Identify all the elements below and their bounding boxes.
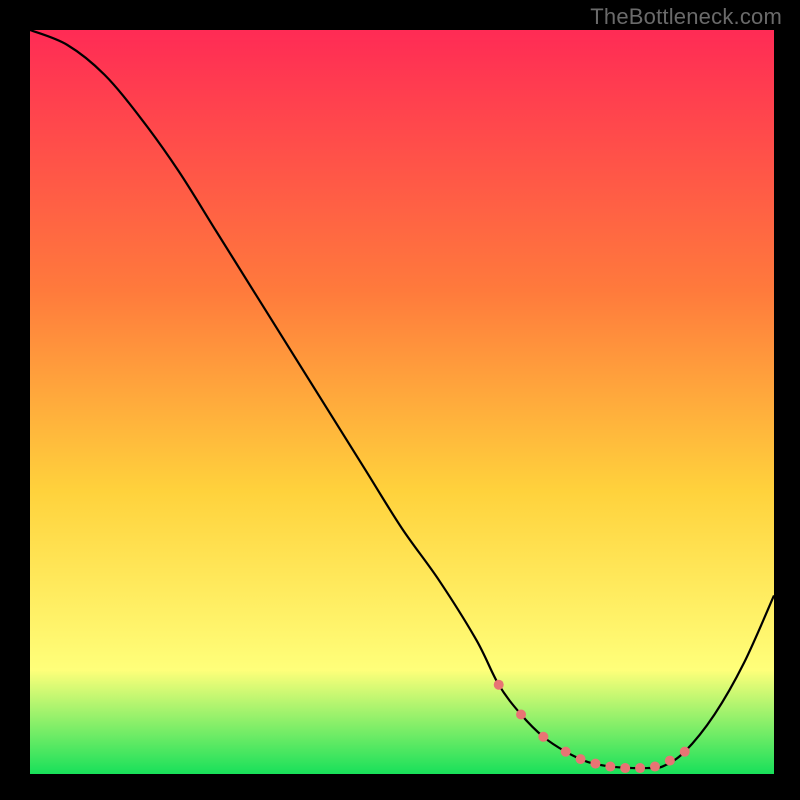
marker-dot [576,754,586,764]
marker-dot [665,756,675,766]
marker-dot [494,680,504,690]
plot-area [30,30,774,774]
marker-dot [680,747,690,757]
marker-dot [635,763,645,773]
marker-dot [590,759,600,769]
marker-dot [620,763,630,773]
chart-svg [30,30,774,774]
marker-dot [516,709,526,719]
watermark-text: TheBottleneck.com [590,4,782,30]
marker-dot [538,732,548,742]
chart-frame: TheBottleneck.com [0,0,800,800]
marker-dot [650,762,660,772]
marker-dot [561,747,571,757]
gradient-background [30,30,774,774]
marker-dot [605,762,615,772]
